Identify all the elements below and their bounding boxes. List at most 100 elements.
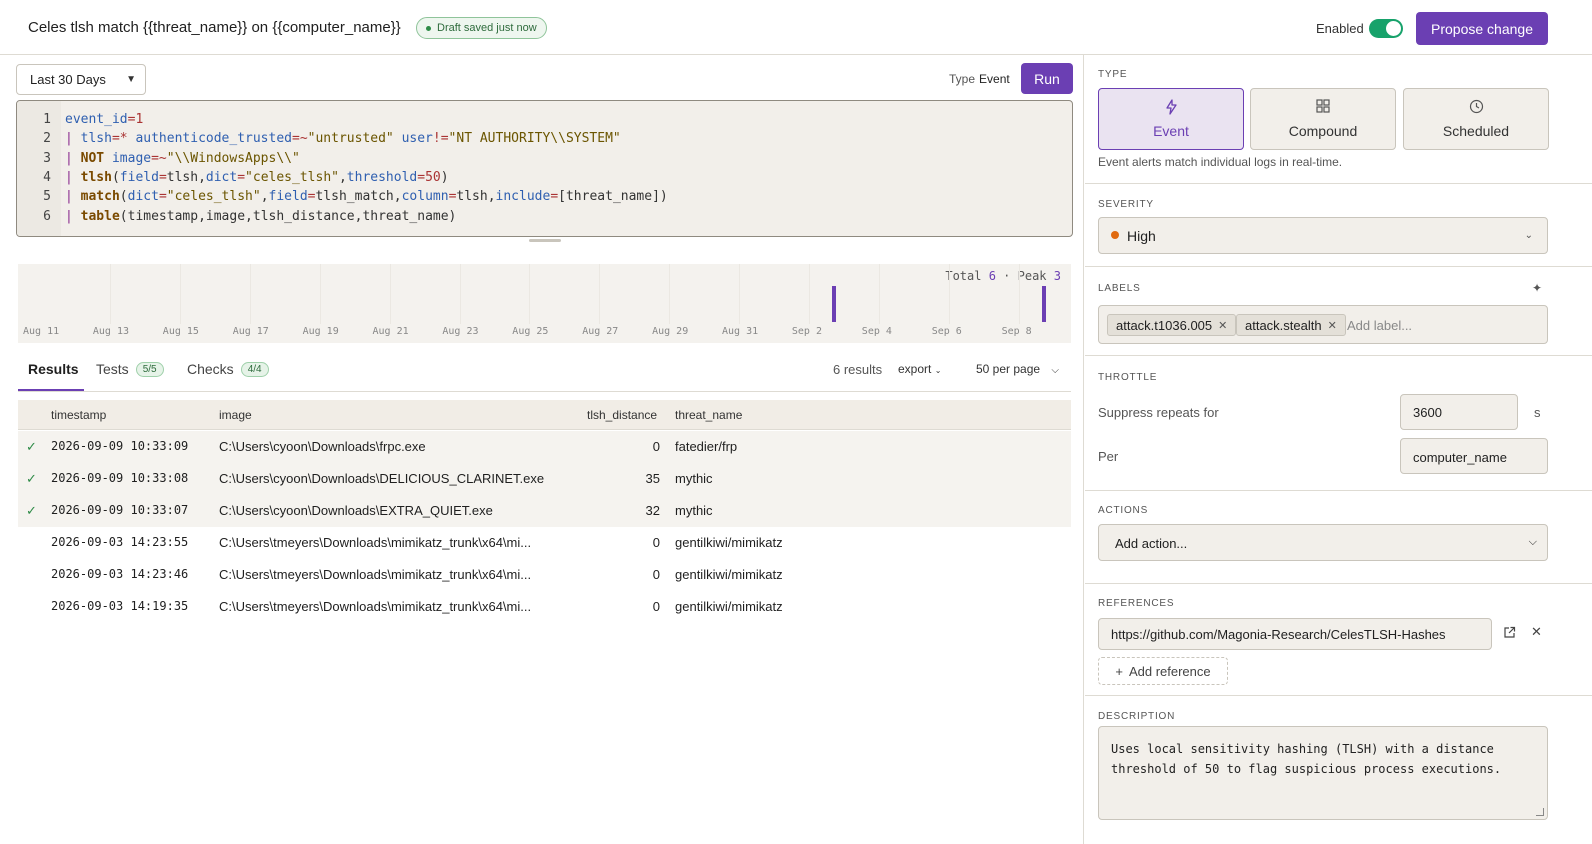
close-icon[interactable]: ✕ — [1328, 319, 1337, 332]
tab-tests-label: Tests — [96, 361, 129, 377]
export-label: export — [898, 362, 932, 376]
table-row[interactable]: 2026-09-03 14:19:35 C:\Users\tmeyers\Down… — [18, 591, 1071, 623]
line-number: 5 — [43, 189, 51, 205]
cell-timestamp: 2026-09-09 10:33:09 — [51, 439, 189, 453]
histogram-tick-label: Aug 17 — [232, 326, 269, 337]
table-row[interactable]: ✓ 2026-09-09 10:33:09 C:\Users\cyoon\Downl… — [18, 431, 1071, 463]
query-type-info: Type Event — [949, 72, 1010, 86]
per-page-select[interactable]: 50 per page ⌵ — [976, 362, 1059, 376]
reference-url: https://github.com/Magonia-Research/Cele… — [1111, 627, 1446, 642]
enabled-label: Enabled — [1316, 21, 1364, 36]
type-card-event[interactable]: Event — [1098, 88, 1244, 150]
bolt-icon — [1099, 99, 1243, 119]
enabled-toggle[interactable] — [1369, 19, 1403, 38]
cell-threat-name: gentilkiwi/mimikatz — [675, 567, 783, 582]
add-reference-label: Add reference — [1128, 663, 1211, 679]
total-value: 6 — [988, 269, 996, 283]
per-input[interactable]: computer_name — [1400, 438, 1548, 474]
histogram-gridline — [1018, 264, 1020, 324]
results-tabs: Results Tests 5/5 Checks 4/4 6 results e… — [18, 345, 1071, 392]
actions-section-title: ACTIONS — [1098, 505, 1149, 516]
chevron-down-icon: ⌄ — [934, 366, 942, 375]
histogram-bar[interactable] — [831, 286, 836, 322]
column-header-timestamp[interactable]: timestamp — [51, 408, 106, 422]
description-textarea[interactable]: Uses local sensitivity hashing (TLSH) wi… — [1098, 726, 1548, 820]
query-editor[interactable]: 1 event_id=1 2 | tlsh=* authenticode_truste… — [16, 100, 1073, 237]
code-line: 3 | NOT image=~"\\WindowsApps\\" — [17, 149, 300, 168]
histogram-gridline — [599, 264, 601, 324]
propose-change-button[interactable]: Propose change — [1416, 12, 1548, 45]
tab-tests[interactable]: Tests 5/5 — [96, 361, 164, 377]
histogram-gridline — [809, 264, 810, 324]
table-row[interactable]: ✓ 2026-09-09 10:33:07 C:\Users\cyoon\Downl… — [18, 495, 1071, 527]
tab-results[interactable]: Results — [28, 361, 79, 377]
add-reference-button[interactable]: + Add reference — [1098, 657, 1228, 685]
editor-resize-handle[interactable] — [529, 239, 561, 242]
suppress-input[interactable]: 3600 — [1400, 394, 1518, 430]
add-label-placeholder[interactable]: Add label... — [1347, 318, 1412, 333]
table-row[interactable]: 2026-09-03 14:23:46 C:\Users\tmeyers\Down… — [18, 559, 1071, 591]
references-section-title: REFERENCES — [1098, 598, 1175, 609]
results-count: 6 results — [833, 362, 883, 377]
labels-section: LABELS ✦ attack.t1036.005 ✕ attack.steal… — [1085, 267, 1592, 356]
close-icon[interactable]: ✕ — [1218, 319, 1227, 332]
cell-threat-name: gentilkiwi/mimikatz — [675, 599, 783, 614]
severity-select[interactable]: High ⌄ — [1098, 217, 1548, 254]
close-icon[interactable]: ✕ — [1531, 624, 1542, 640]
per-value: computer_name — [1413, 450, 1507, 465]
active-tab-underline — [18, 389, 84, 391]
histogram-bar[interactable] — [1041, 286, 1046, 322]
labels-input[interactable]: attack.t1036.005 ✕ attack.stealth ✕ Add … — [1098, 305, 1548, 344]
label-chip: attack.stealth ✕ — [1236, 314, 1346, 336]
label-chip-text: attack.stealth — [1245, 317, 1322, 333]
export-button[interactable]: export ⌄ — [898, 362, 941, 376]
table-row[interactable]: 2026-09-03 14:23:55 C:\Users\tmeyers\Down… — [18, 527, 1071, 559]
reference-url-input[interactable]: https://github.com/Magonia-Research/Cele… — [1098, 618, 1492, 650]
event-histogram: Total 6 · Peak 3 Aug 11 Aug 13 Aug 15 Aug 1… — [18, 264, 1090, 343]
sparkle-icon[interactable]: ✦ — [1532, 281, 1542, 295]
cell-tlsh-distance: 0 — [652, 535, 660, 550]
external-link-icon[interactable] — [1503, 626, 1516, 642]
tab-checks-label: Checks — [187, 361, 234, 377]
severity-section-title: SEVERITY — [1098, 199, 1154, 210]
per-page-value: 50 per page — [976, 362, 1041, 376]
actions-select[interactable]: Add action... ⌵ — [1098, 524, 1548, 561]
type-card-label: Compound — [1288, 123, 1358, 139]
table-row[interactable]: ✓ 2026-09-09 10:33:08 C:\Users\cyoon\Downl… — [18, 463, 1071, 495]
labels-section-title: LABELS — [1098, 283, 1141, 294]
suppress-label: Suppress repeats for — [1098, 405, 1219, 420]
histogram-tick-label: Aug 25 — [512, 326, 549, 337]
type-card-label: Event — [1153, 123, 1189, 139]
suppress-unit: s — [1534, 405, 1541, 420]
clock-icon — [1404, 99, 1548, 118]
line-number: 3 — [43, 150, 51, 166]
line-number: 6 — [43, 208, 51, 224]
cell-tlsh-distance: 0 — [652, 599, 660, 614]
resize-grip-icon[interactable] — [1536, 808, 1544, 816]
type-help-text: Event alerts match individual logs in re… — [1098, 155, 1343, 169]
references-section: REFERENCES https://github.com/Magonia-Re… — [1085, 584, 1592, 696]
query-type-value: Event — [979, 72, 1010, 86]
tab-checks[interactable]: Checks 4/4 — [187, 361, 269, 377]
histogram-gridline — [110, 264, 111, 324]
cell-timestamp: 2026-09-03 14:19:35 — [51, 599, 189, 613]
draft-status-badge: Draft saved just now — [416, 17, 547, 39]
peak-value: 3 — [1053, 269, 1061, 283]
cell-threat-name: fatedier/frp — [675, 439, 738, 454]
label-chip-text: attack.t1036.005 — [1116, 317, 1213, 333]
column-header-tlsh-distance[interactable]: tlsh_distance — [587, 408, 657, 422]
column-header-threat-name[interactable]: threat_name — [675, 408, 742, 422]
histogram-tick-label: Aug 29 — [652, 326, 689, 337]
type-card-scheduled[interactable]: Scheduled — [1403, 88, 1549, 150]
column-header-image[interactable]: image — [219, 408, 252, 422]
type-card-compound[interactable]: Compound — [1250, 88, 1396, 150]
run-button[interactable]: Run — [1021, 63, 1073, 94]
cell-threat-name: mythic — [675, 471, 713, 486]
toggle-knob — [1386, 21, 1401, 36]
histogram-gridline — [669, 264, 671, 324]
time-range-select[interactable]: Last 30 Days ▼ — [16, 64, 146, 95]
histogram-tick-label: Aug 11 — [23, 326, 60, 337]
type-section-title: TYPE — [1098, 69, 1128, 80]
chevron-down-icon: ⌄ — [1524, 230, 1533, 241]
code-text: | match(dict="celes_tlsh",field=tlsh_mat… — [65, 189, 668, 205]
